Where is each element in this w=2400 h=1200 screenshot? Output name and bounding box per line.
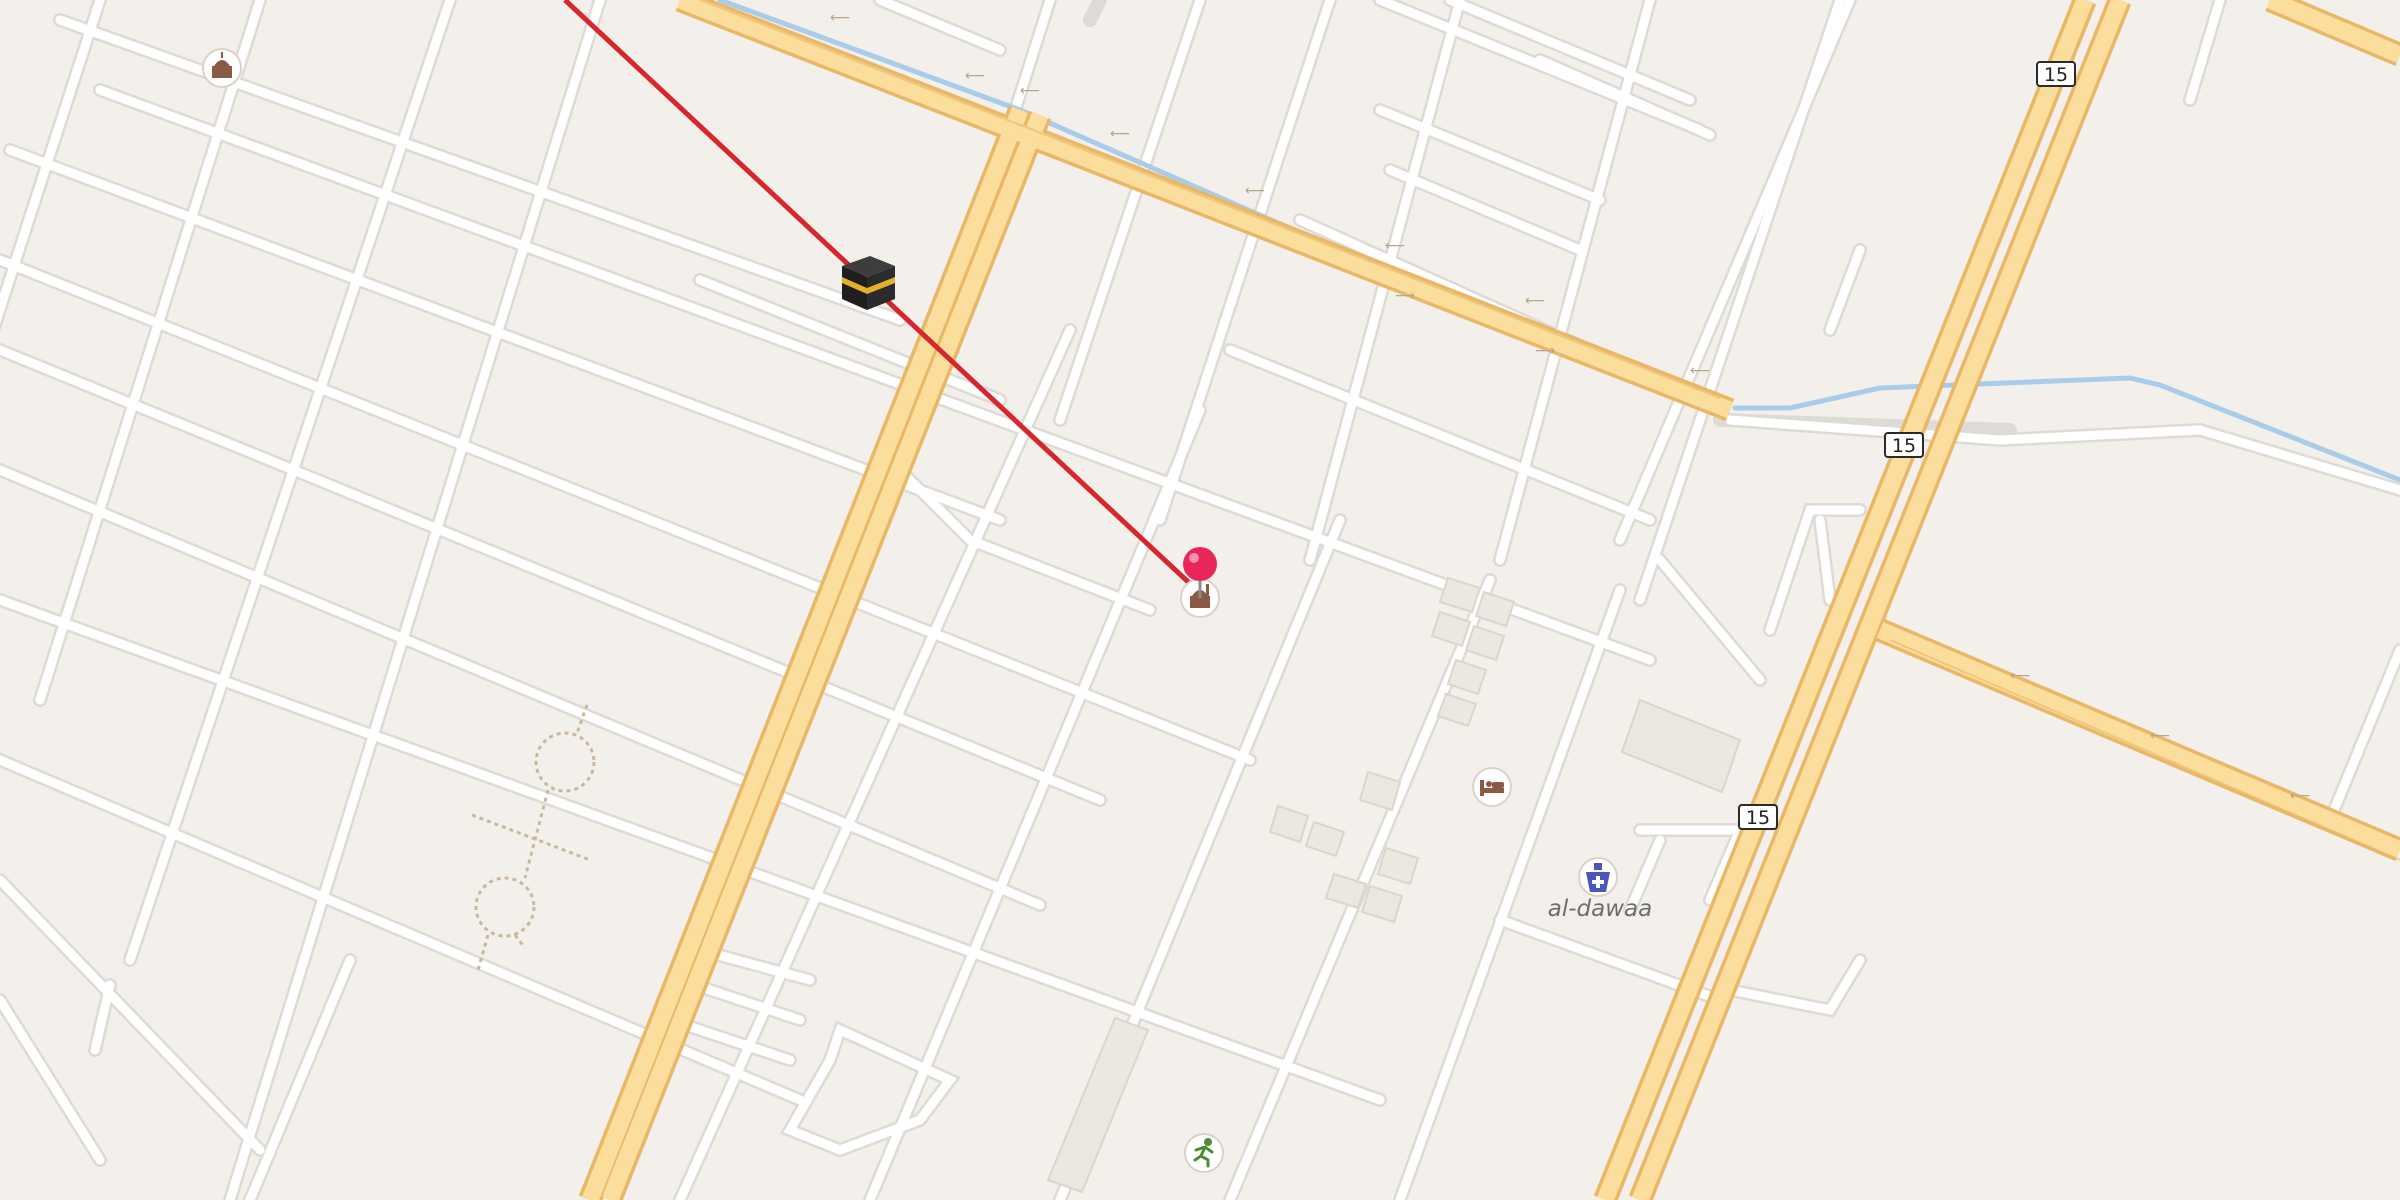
svg-text:⟵: ⟵ bbox=[1385, 238, 1405, 254]
svg-text:⟵: ⟵ bbox=[1525, 293, 1545, 309]
route-shield-b: 15 bbox=[1884, 432, 1924, 458]
route-shield-c-label: 15 bbox=[1746, 807, 1770, 829]
route-shield-a-label: 15 bbox=[2044, 64, 2068, 86]
route-shield-b-label: 15 bbox=[1892, 435, 1916, 457]
kaaba-icon bbox=[842, 256, 895, 310]
svg-text:⟵: ⟵ bbox=[2150, 728, 2170, 744]
pharmacy-label: al-dawaa bbox=[1548, 896, 1652, 922]
svg-text:⟵: ⟵ bbox=[965, 68, 985, 84]
route-shield-c: 15 bbox=[1738, 804, 1778, 830]
svg-text:⟶: ⟶ bbox=[1395, 288, 1415, 304]
map-canvas[interactable]: ⟵ ⟵ ⟵ ⟵ ⟵ ⟵ ⟵ ⟶ ⟶ ⟵ ⟵ ⟵ ⟵ 15 15 15 al-da… bbox=[0, 0, 2400, 1200]
svg-text:⟵: ⟵ bbox=[1020, 83, 1040, 99]
svg-text:⟵: ⟵ bbox=[2010, 668, 2030, 684]
route-shield-a: 15 bbox=[2036, 61, 2076, 87]
svg-text:⟵: ⟵ bbox=[830, 10, 850, 26]
svg-text:⟵: ⟵ bbox=[1245, 183, 1265, 199]
hotel-poi[interactable] bbox=[1472, 767, 1512, 807]
sports-poi[interactable] bbox=[1184, 1133, 1224, 1173]
kaaba-marker[interactable] bbox=[842, 256, 895, 310]
svg-text:⟵: ⟵ bbox=[1110, 126, 1130, 142]
svg-text:⟵: ⟵ bbox=[1690, 363, 1710, 379]
svg-text:⟶: ⟶ bbox=[1535, 343, 1555, 359]
svg-text:⟵: ⟵ bbox=[2290, 788, 2310, 804]
mosque-poi-northwest[interactable] bbox=[202, 48, 242, 88]
